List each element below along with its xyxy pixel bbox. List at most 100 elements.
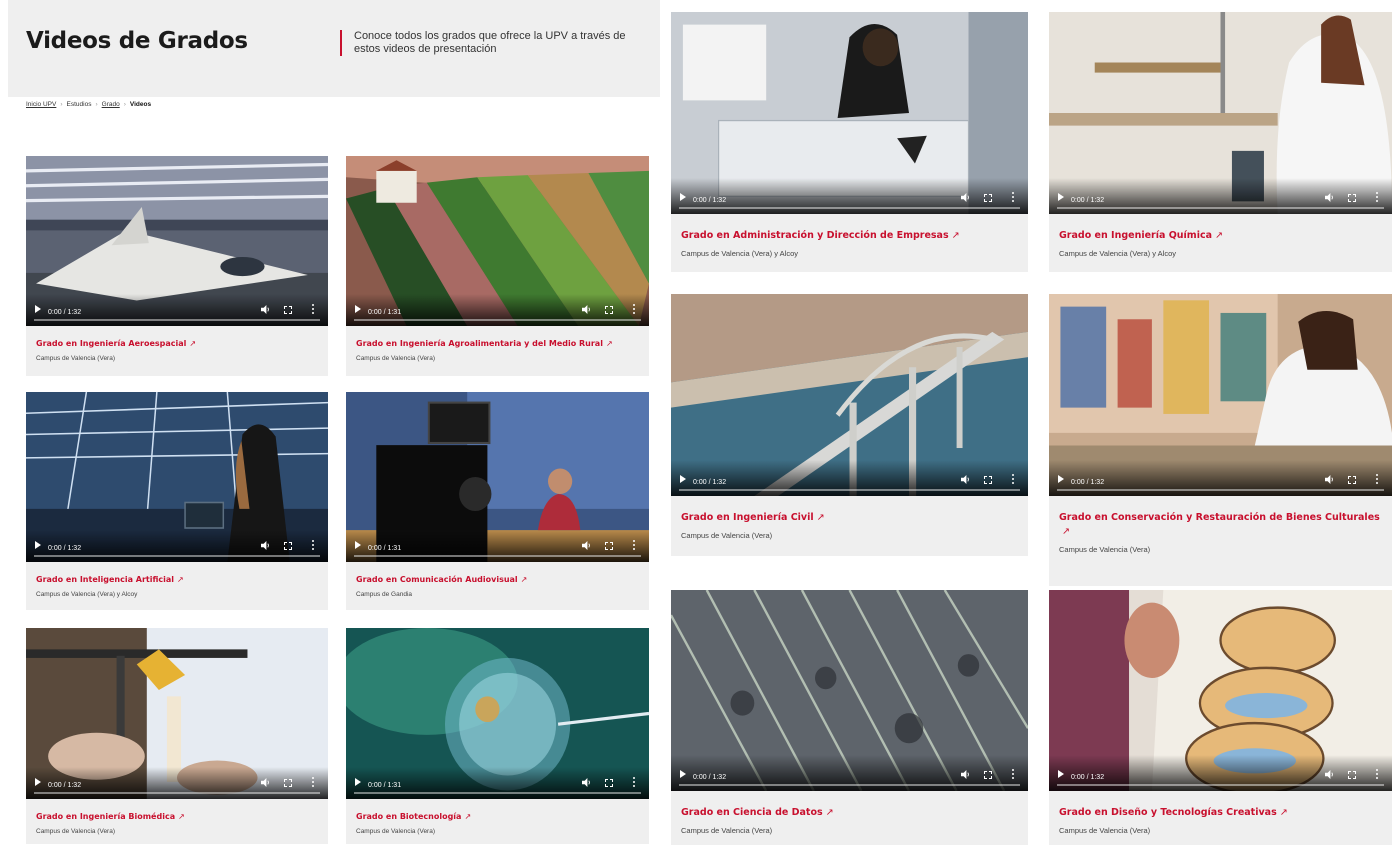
video-card-info: Grado en Conservación y Restauración de …	[1049, 496, 1392, 554]
play-icon[interactable]	[35, 778, 41, 786]
breadcrumb-separator: ›	[60, 101, 63, 108]
progress-bar[interactable]	[34, 792, 320, 794]
video-player[interactable]: 0:00 / 1:32	[1049, 590, 1392, 791]
video-card-info: Grado en Administración y Dirección de E…	[671, 214, 1028, 258]
volume-icon[interactable]	[1325, 193, 1334, 202]
play-icon[interactable]	[1058, 770, 1064, 778]
fullscreen-icon[interactable]	[284, 306, 292, 314]
more-options-icon[interactable]	[633, 304, 636, 315]
volume-icon[interactable]	[1325, 475, 1334, 484]
video-card: 0:00 / 1:32 Grado en Ingeniería Biomédica…	[26, 628, 328, 844]
fullscreen-icon[interactable]	[605, 306, 613, 314]
video-player[interactable]: 0:00 / 1:32	[671, 590, 1028, 791]
volume-icon[interactable]	[261, 541, 270, 550]
play-icon[interactable]	[355, 541, 361, 549]
progress-bar[interactable]	[1057, 784, 1384, 786]
more-options-icon[interactable]	[1012, 769, 1015, 780]
more-options-icon[interactable]	[1376, 474, 1379, 485]
progress-bar[interactable]	[34, 555, 320, 557]
fullscreen-icon[interactable]	[605, 542, 613, 550]
degree-link[interactable]: Grado en Inteligencia Artificial ↗	[36, 574, 318, 585]
fullscreen-icon[interactable]	[1348, 771, 1356, 779]
play-icon[interactable]	[35, 305, 41, 313]
volume-icon[interactable]	[582, 778, 591, 787]
more-options-icon[interactable]	[312, 304, 315, 315]
video-player[interactable]: 0:00 / 1:32	[26, 392, 328, 562]
degree-title: Grado en Biotecnología	[356, 812, 462, 821]
degree-link[interactable]: Grado en Administración y Dirección de E…	[681, 229, 1018, 243]
video-player[interactable]: 0:00 / 1:32	[1049, 294, 1392, 496]
progress-bar[interactable]	[354, 555, 641, 557]
degree-link[interactable]: Grado en Diseño y Tecnologías Creativas ↗	[1059, 806, 1382, 820]
fullscreen-icon[interactable]	[1348, 194, 1356, 202]
progress-bar[interactable]	[354, 319, 641, 321]
play-icon[interactable]	[355, 305, 361, 313]
degree-title: Grado en Inteligencia Artificial	[36, 575, 175, 584]
fullscreen-icon[interactable]	[284, 779, 292, 787]
external-link-icon: ↗	[951, 230, 960, 241]
fullscreen-icon[interactable]	[984, 194, 992, 202]
progress-bar[interactable]	[34, 319, 320, 321]
volume-icon[interactable]	[961, 770, 970, 779]
video-player[interactable]: 0:00 / 1:31	[346, 156, 649, 326]
progress-bar[interactable]	[679, 489, 1020, 491]
volume-icon[interactable]	[1325, 770, 1334, 779]
video-player[interactable]: 0:00 / 1:31	[346, 392, 649, 562]
fullscreen-icon[interactable]	[1348, 476, 1356, 484]
fullscreen-icon[interactable]	[605, 779, 613, 787]
more-options-icon[interactable]	[312, 777, 315, 788]
more-options-icon[interactable]	[1376, 769, 1379, 780]
breadcrumb-grado[interactable]: Grado	[102, 101, 120, 108]
degree-title: Grado en Ciencia de Datos	[681, 807, 823, 818]
degree-link[interactable]: Grado en Ingeniería Biomédica ↗	[36, 811, 318, 822]
play-icon[interactable]	[680, 193, 686, 201]
progress-bar[interactable]	[1057, 207, 1384, 209]
more-options-icon[interactable]	[1012, 192, 1015, 203]
video-player[interactable]: 0:00 / 1:32	[26, 628, 328, 799]
degree-title: Grado en Comunicación Audiovisual	[356, 575, 518, 584]
more-options-icon[interactable]	[1376, 192, 1379, 203]
video-player[interactable]: 0:00 / 1:32	[671, 12, 1028, 214]
progress-bar[interactable]	[1057, 489, 1384, 491]
breadcrumb-estudios[interactable]: Estudios	[67, 101, 92, 108]
degree-link[interactable]: Grado en Ingeniería Civil ↗	[681, 511, 1018, 525]
degree-link[interactable]: Grado en Biotecnología ↗	[356, 811, 639, 822]
progress-bar[interactable]	[354, 792, 641, 794]
volume-icon[interactable]	[582, 541, 591, 550]
degree-title: Grado en Ingeniería Química	[1059, 230, 1212, 241]
play-icon[interactable]	[355, 778, 361, 786]
degree-link[interactable]: Grado en Ciencia de Datos ↗	[681, 806, 1018, 820]
play-icon[interactable]	[680, 475, 686, 483]
degree-link[interactable]: Grado en Ingeniería Aeroespacial ↗	[36, 338, 318, 349]
video-card-info: Grado en Ingeniería Biomédica ↗ Campus de …	[26, 799, 328, 835]
more-options-icon[interactable]	[1012, 474, 1015, 485]
fullscreen-icon[interactable]	[284, 542, 292, 550]
play-icon[interactable]	[1058, 475, 1064, 483]
volume-icon[interactable]	[582, 305, 591, 314]
progress-bar[interactable]	[679, 784, 1020, 786]
more-options-icon[interactable]	[633, 540, 636, 551]
breadcrumb-inicio-upv[interactable]: Inicio UPV	[26, 101, 56, 108]
volume-icon[interactable]	[961, 475, 970, 484]
video-card-info: Grado en Comunicación Audiovisual ↗ Campus…	[346, 562, 649, 598]
degree-link[interactable]: Grado en Ingeniería Agroalimentaria y de…	[356, 338, 639, 349]
volume-icon[interactable]	[261, 305, 270, 314]
degree-link[interactable]: Grado en Comunicación Audiovisual ↗	[356, 574, 639, 585]
play-icon[interactable]	[35, 541, 41, 549]
play-icon[interactable]	[1058, 193, 1064, 201]
more-options-icon[interactable]	[633, 777, 636, 788]
video-player[interactable]: 0:00 / 1:32	[1049, 12, 1392, 214]
volume-icon[interactable]	[261, 778, 270, 787]
campus-label: Campus de Valencia (Vera) y Alcoy	[1059, 249, 1177, 258]
video-player[interactable]: 0:00 / 1:32	[26, 156, 328, 326]
fullscreen-icon[interactable]	[984, 771, 992, 779]
progress-bar[interactable]	[679, 207, 1020, 209]
degree-link[interactable]: Grado en Conservación y Restauración de …	[1059, 511, 1382, 539]
fullscreen-icon[interactable]	[984, 476, 992, 484]
video-player[interactable]: 0:00 / 1:32	[671, 294, 1028, 496]
video-player[interactable]: 0:00 / 1:31	[346, 628, 649, 799]
degree-link[interactable]: Grado en Ingeniería Química ↗	[1059, 229, 1382, 243]
volume-icon[interactable]	[961, 193, 970, 202]
play-icon[interactable]	[680, 770, 686, 778]
more-options-icon[interactable]	[312, 540, 315, 551]
